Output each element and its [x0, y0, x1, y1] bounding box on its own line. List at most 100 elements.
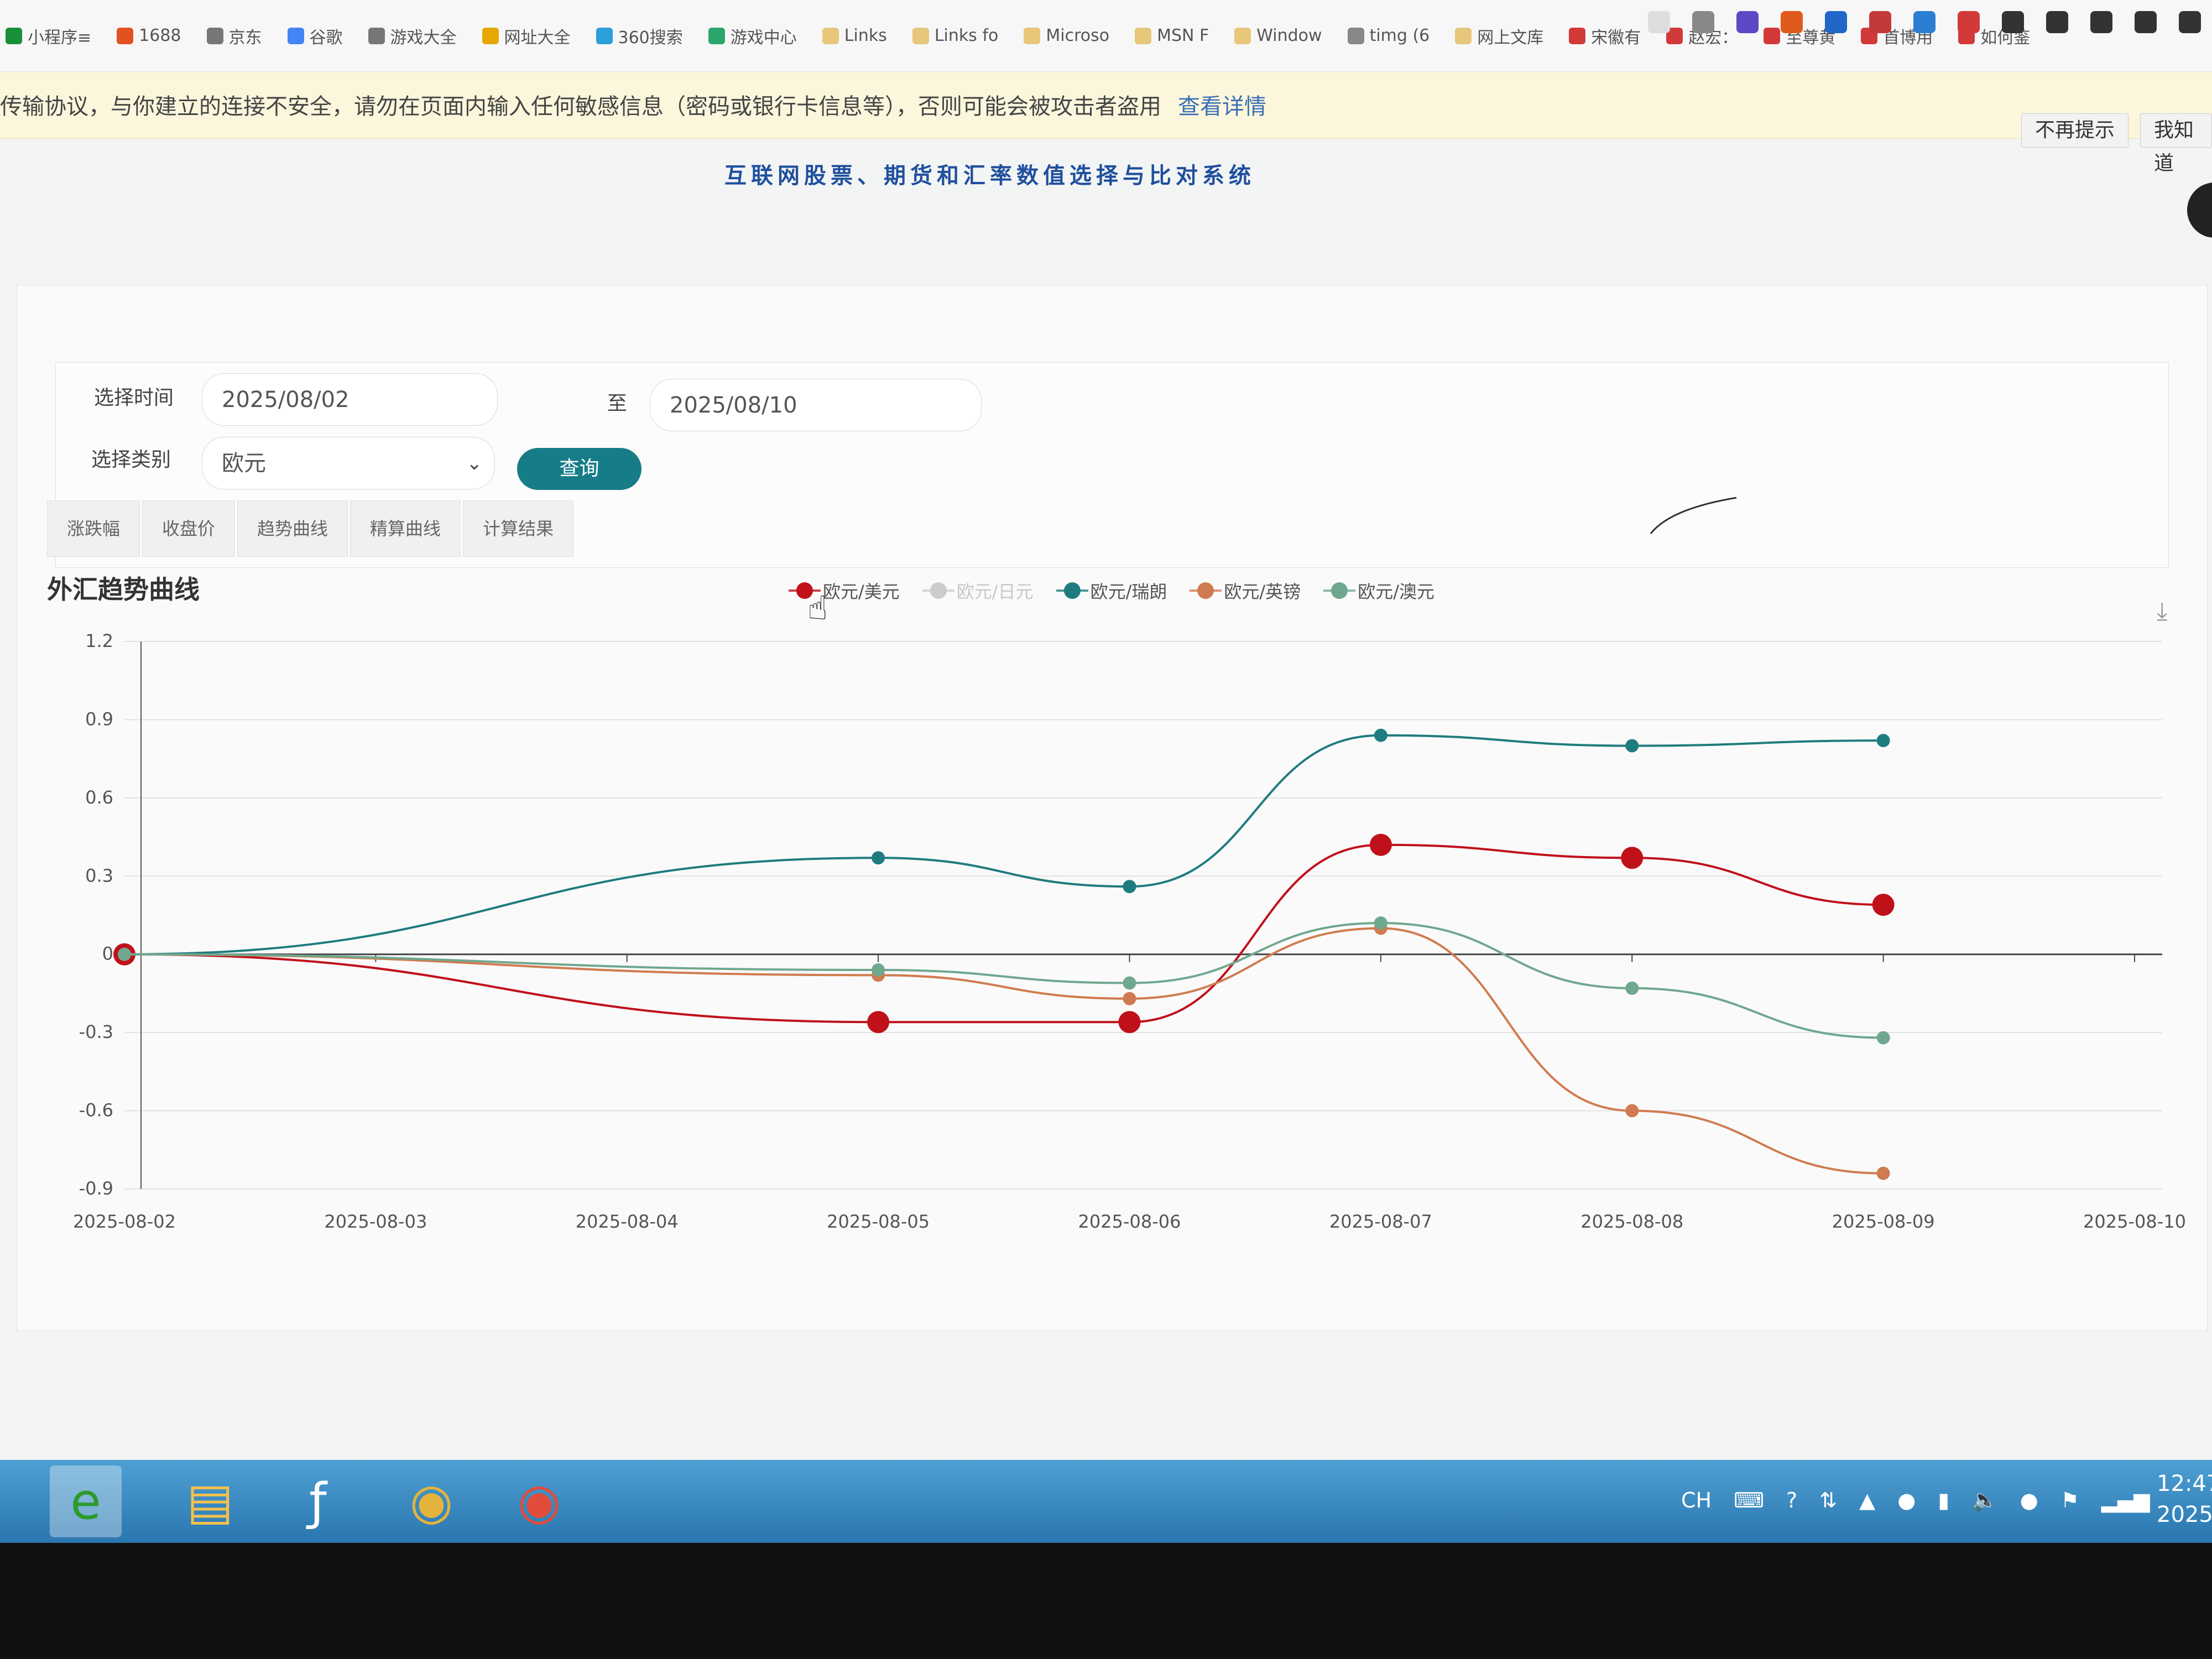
security-banner: 传输协议，与你建立的连接不安全，请勿在页面内输入任何敏感信息（密码或银行卡信息等… [0, 72, 2212, 139]
flash-icon[interactable]: ƒ [282, 1465, 354, 1537]
side-float-button[interactable] [2187, 182, 2212, 238]
bookmark-item[interactable]: 1688 [117, 26, 181, 45]
bookmark-item[interactable]: timg (6 [1347, 26, 1430, 45]
bookmark-icon [6, 27, 22, 44]
data-point [1123, 880, 1136, 894]
ie-icon[interactable]: e [50, 1465, 122, 1537]
legend-item[interactable]: 欧元/澳元 [1323, 578, 1434, 603]
y-tick-label: 0.9 [85, 708, 113, 729]
data-point [872, 963, 885, 977]
extension-icon[interactable] [1781, 11, 1803, 33]
series-line [124, 734, 1884, 956]
bookmark-label: 小程序≡ [28, 28, 92, 48]
end-date-input[interactable]: 2025/08/10 [650, 379, 982, 431]
security-banner-text: 传输协议，与你建立的连接不安全，请勿在页面内输入任何敏感信息（密码或银行卡信息等… [0, 88, 1266, 121]
battery-icon[interactable]: ▮ [1938, 1488, 1949, 1512]
chrome-icon[interactable]: ◉ [503, 1465, 575, 1537]
tab-change[interactable]: 涨跌幅 [47, 500, 140, 557]
mail-icon[interactable] [1913, 11, 1936, 33]
data-point [1625, 1104, 1639, 1118]
legend-item[interactable]: 欧元/瑞朗 [1056, 578, 1167, 603]
bookmark-item[interactable]: 谷歌 [287, 24, 343, 48]
folder-icon[interactable]: ▤ [174, 1465, 246, 1537]
data-point [1872, 894, 1895, 916]
bookmark-item[interactable]: Links [822, 26, 887, 45]
bookmark-item[interactable]: 360搜索 [596, 24, 683, 48]
bookmark-label: Links [844, 26, 887, 45]
undo-icon[interactable] [2135, 11, 2157, 33]
flag-icon[interactable]: ⚑ [2060, 1488, 2079, 1512]
volume-icon[interactable]: 🔈 [1971, 1488, 1997, 1512]
bookmark-item[interactable]: 宋徽有 [1569, 24, 1641, 48]
extension-icon[interactable] [1869, 11, 1891, 33]
bookmark-item[interactable]: MSN F [1135, 26, 1209, 45]
banner-ok-button[interactable]: 我知道 [2140, 113, 2212, 175]
query-button[interactable]: 查询 [517, 448, 641, 490]
bookmark-label: 网上文库 [1477, 28, 1544, 48]
bookmark-item[interactable]: 小程序≡ [6, 24, 91, 48]
legend-dot [1056, 582, 1088, 599]
security-icon[interactable]: ● [1897, 1488, 1916, 1512]
bookmark-label: 网址大全 [504, 28, 571, 48]
bookmark-icon [912, 27, 929, 44]
browser-screen: 小程序≡ 1688 京东 谷歌 游戏大全 网址大全 360搜索 游戏中心 Links Links … [0, 0, 2212, 1543]
tray-app-icon[interactable]: ● [2020, 1488, 2038, 1512]
y-tick-label: 0 [102, 943, 113, 964]
tab-close-price[interactable]: 收盘价 [142, 500, 236, 557]
data-point [867, 1011, 890, 1034]
window-icon[interactable] [2002, 11, 2024, 33]
search-icon[interactable] [1648, 11, 1670, 33]
banner-details-link[interactable]: 查看详情 [1178, 94, 1266, 119]
chart-title: 外汇趋势曲线 [47, 575, 200, 604]
download-icon[interactable] [2090, 11, 2112, 33]
system-tray: CH ⌨ ? ⇅ ▲ ● ▮ 🔈 ● ⚑ ▂▄▆ [1681, 1488, 2150, 1512]
category-select-value: 欧元 [222, 451, 266, 476]
data-point [1374, 728, 1387, 742]
chrome-icon[interactable]: ◉ [395, 1465, 467, 1537]
data-point [1123, 992, 1136, 1005]
bookmark-item[interactable]: 游戏大全 [368, 24, 457, 48]
legend-item[interactable]: 欧元/英镑 [1190, 578, 1301, 603]
start-date-input[interactable]: 2025/08/02 [202, 373, 498, 426]
chevron-up-icon[interactable]: ▲ [1859, 1488, 1875, 1512]
extension-icon[interactable] [1736, 11, 1759, 33]
y-tick-label: -0.6 [79, 1100, 113, 1121]
wallet-icon[interactable] [2179, 11, 2201, 33]
chevron-down-icon: ⌄ [466, 452, 483, 474]
puzzle-icon[interactable] [2046, 11, 2068, 33]
legend-label: 欧元/澳元 [1358, 581, 1434, 602]
x-tick-label: 2025-08-02 [73, 1211, 176, 1232]
x-tick-label: 2025-08-06 [1078, 1211, 1181, 1232]
bookmark-item[interactable]: 网址大全 [482, 24, 571, 48]
bookmark-item[interactable]: 网上文库 [1455, 24, 1543, 48]
clock-date: 2025 [2157, 1502, 2212, 1527]
network-icon[interactable]: ⇅ [1819, 1488, 1837, 1512]
legend-item[interactable]: 欧元/日元 [922, 578, 1034, 603]
bookmark-label: 1688 [139, 26, 181, 45]
extension-icon[interactable] [1958, 11, 1980, 33]
banner-dismiss-button[interactable]: 不再提示 [2021, 113, 2129, 148]
bookmark-item[interactable]: Microso [1024, 26, 1109, 45]
input-lang[interactable]: CH [1681, 1488, 1712, 1512]
tab-actuarial[interactable]: 精算曲线 [350, 500, 461, 557]
tab-results[interactable]: 计算结果 [463, 500, 574, 557]
bookmark-label: timg (6 [1369, 26, 1430, 45]
cut-icon[interactable] [1692, 11, 1714, 33]
bookmark-label: 京东 [228, 28, 262, 48]
page-title: 互联网股票、期货和汇率数值选择与比对系统 [724, 163, 1255, 189]
bookmark-icon [1024, 27, 1041, 44]
bookmark-item[interactable]: Links fo [912, 26, 998, 45]
extension-icon[interactable] [1825, 11, 1847, 33]
bookmark-item[interactable]: Window [1234, 26, 1322, 45]
tab-trend[interactable]: 趋势曲线 [237, 500, 348, 557]
category-select[interactable]: 欧元 ⌄ [202, 437, 495, 489]
bookmark-item[interactable]: 京东 [206, 24, 262, 48]
help-icon[interactable]: ? [1786, 1488, 1797, 1512]
legend-label: 欧元/美元 [823, 581, 900, 602]
x-tick-label: 2025-08-03 [324, 1211, 427, 1232]
bookmark-label: 游戏大全 [390, 28, 457, 48]
data-point [1876, 1031, 1890, 1045]
signal-icon[interactable]: ▂▄▆ [2101, 1488, 2150, 1512]
bookmark-item[interactable]: 游戏中心 [708, 24, 797, 48]
keyboard-icon[interactable]: ⌨ [1734, 1488, 1764, 1512]
